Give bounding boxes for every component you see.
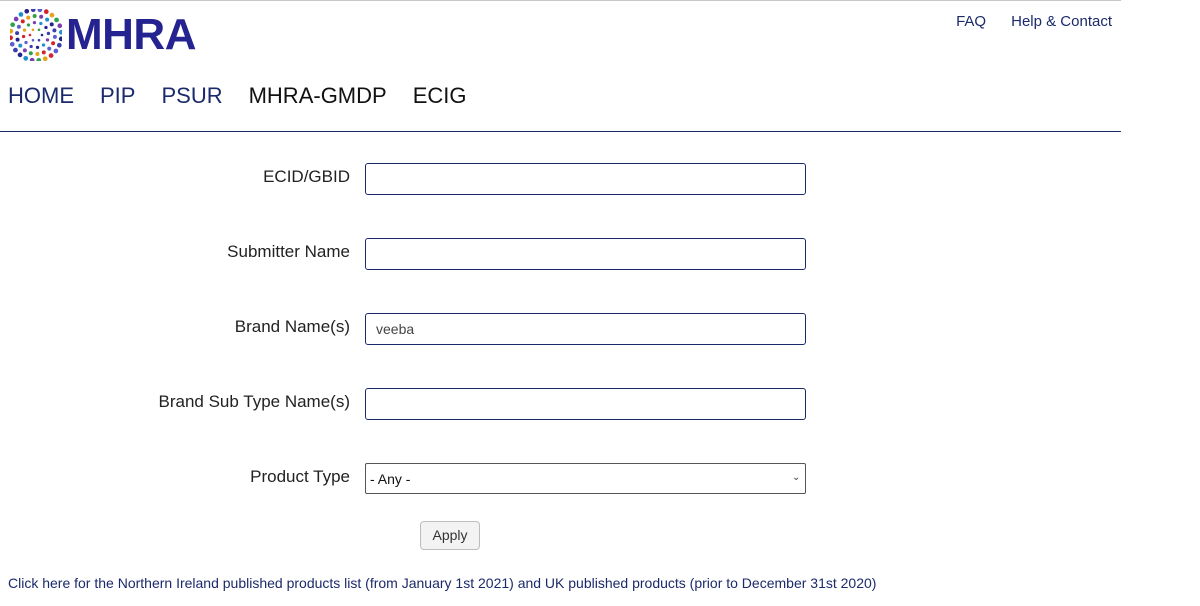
brand-name-input[interactable] [365, 313, 806, 345]
submitter-row: Submitter Name [0, 238, 1200, 270]
product-type-select[interactable]: - Any - [365, 463, 806, 494]
brand-name-row: Brand Name(s) [0, 313, 1200, 345]
brand-sub-type-input[interactable] [365, 388, 806, 420]
brand-name-label: Brand Name(s) [234, 317, 350, 336]
brand-sub-type-row: Brand Sub Type Name(s) [0, 388, 1200, 420]
brand-sub-type-label: Brand Sub Type Name(s) [158, 392, 351, 411]
top-divider [0, 0, 1121, 1]
ecid-label: ECID/GBID [263, 167, 350, 186]
ecid-input[interactable] [365, 163, 806, 195]
mhra-logo[interactable]: MHRA [10, 8, 196, 62]
product-type-label: Product Type [250, 467, 350, 486]
logo-text: MHRA [66, 10, 196, 59]
nav-ecig[interactable]: ECIG [413, 83, 467, 109]
nav-home[interactable]: HOME [8, 83, 74, 109]
help-contact-link[interactable]: Help & Contact [1011, 13, 1112, 30]
nav-mhra-gmdp[interactable]: MHRA-GMDP [249, 83, 387, 109]
apply-button[interactable]: Apply [420, 521, 480, 550]
utility-links: FAQ Help & Contact [956, 13, 1112, 30]
nav-pip[interactable]: PIP [100, 83, 135, 109]
ecid-row: ECID/GBID [0, 163, 1200, 195]
mhra-dots-logo-icon [10, 9, 62, 61]
main-nav: HOME PIP PSUR MHRA-GMDP ECIG [8, 83, 467, 109]
published-products-link[interactable]: Click here for the Northern Ireland publ… [8, 575, 876, 591]
faq-link[interactable]: FAQ [956, 13, 986, 30]
product-type-row: Product Type - Any - ⌄ [0, 463, 1200, 495]
submitter-label: Submitter Name [227, 242, 350, 261]
nav-divider [0, 131, 1121, 132]
nav-psur[interactable]: PSUR [161, 83, 222, 109]
submitter-name-input[interactable] [365, 238, 806, 270]
